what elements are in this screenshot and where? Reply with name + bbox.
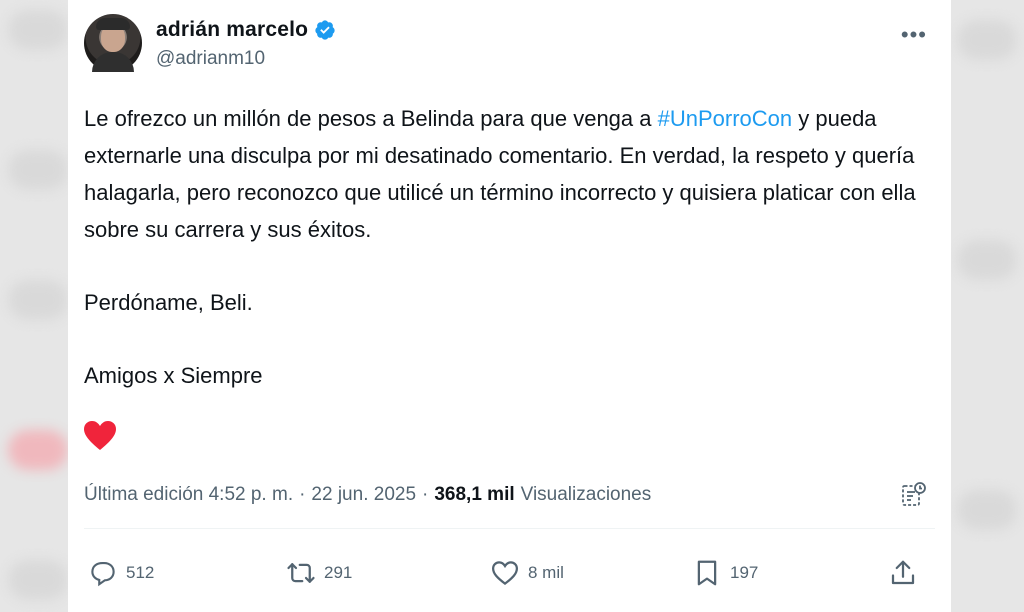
views-label: Visualizaciones — [520, 484, 652, 505]
tweet-meta: Última edición 4:52 p. m. · 22 jun. 2025… — [84, 484, 651, 506]
tweet-date[interactable]: 22 jun. 2025 — [311, 484, 416, 506]
share-icon — [891, 560, 915, 585]
retweet-count: 291 — [324, 563, 353, 582]
tweet-text: Le ofrezco un millón de pesos a Belinda … — [84, 100, 934, 394]
avatar[interactable] — [84, 14, 142, 72]
more-icon[interactable]: ••• — [901, 22, 927, 48]
author-name-row: adrián marcelo — [156, 18, 336, 42]
bookmark-count: 197 — [730, 563, 759, 582]
background-left — [0, 0, 72, 612]
tweet-paragraph-2: Perdóname, Beli. — [84, 290, 253, 315]
tweet-card: adrián marcelo @adrianm10 ••• Le ofrezco… — [68, 0, 951, 612]
heart-emoji-icon — [84, 421, 116, 450]
background-right — [949, 0, 1024, 612]
author-name[interactable]: adrián marcelo — [156, 18, 308, 42]
verified-badge-icon — [315, 20, 335, 40]
tweet-paragraph-3: Amigos x Siempre — [84, 363, 263, 388]
retweet-button[interactable]: 291 — [286, 558, 352, 588]
bookmark-button[interactable]: 197 — [692, 558, 758, 588]
like-button[interactable]: 8 mil — [490, 558, 564, 588]
edit-history-icon[interactable] — [899, 480, 929, 510]
meta-separator: · — [299, 484, 306, 505]
edited-label[interactable]: Última edición 4:52 p. m. — [84, 484, 293, 506]
retweet-icon — [287, 563, 315, 583]
reply-count: 512 — [126, 563, 155, 582]
share-button[interactable] — [888, 558, 918, 588]
reply-button[interactable]: 512 — [88, 558, 154, 588]
tweet-paragraph-1: Le ofrezco un millón de pesos a Belinda … — [84, 106, 916, 242]
reply-icon — [91, 561, 115, 587]
author-handle[interactable]: @adrianm10 — [156, 48, 265, 70]
like-count: 8 mil — [528, 563, 564, 582]
divider — [84, 528, 935, 529]
views-count: 368,1 mil — [434, 484, 515, 505]
bookmark-icon — [697, 560, 717, 586]
hashtag-link[interactable]: #UnPorroCon — [658, 106, 793, 131]
action-bar: 512 291 8 mil 197 — [88, 558, 928, 590]
meta-separator-2: · — [422, 484, 429, 505]
like-icon — [491, 561, 519, 586]
